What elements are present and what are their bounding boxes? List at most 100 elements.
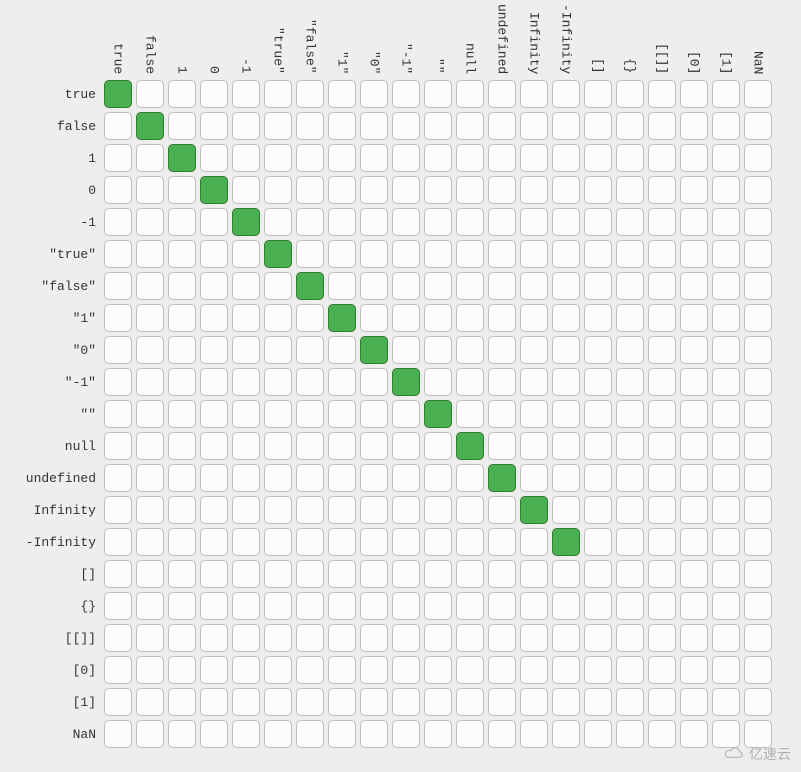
col-header: undefined — [486, 8, 518, 78]
site-watermark: 亿速云 — [723, 744, 791, 764]
cell-false — [422, 302, 454, 334]
cell-true — [262, 238, 294, 270]
row-header: 1 — [6, 142, 102, 174]
cell-false — [582, 302, 614, 334]
cell-false — [742, 526, 774, 558]
col-header-label: false — [143, 35, 158, 74]
col-header-label: Infinity — [527, 12, 542, 74]
col-header-label: 0 — [207, 66, 222, 74]
cell-true — [134, 110, 166, 142]
corner-cell — [6, 8, 102, 78]
cell-false — [454, 494, 486, 526]
cell-false — [102, 110, 134, 142]
cell-false — [166, 654, 198, 686]
cell-false — [326, 206, 358, 238]
cell-false — [294, 334, 326, 366]
cell-false — [134, 430, 166, 462]
cell-false — [390, 206, 422, 238]
cell-false — [742, 78, 774, 110]
cell-false — [134, 654, 166, 686]
cell-false — [102, 718, 134, 750]
cell-false — [390, 78, 422, 110]
row-header: Infinity — [6, 494, 102, 526]
row-header: "true" — [6, 238, 102, 270]
cell-false — [486, 238, 518, 270]
cell-false — [102, 270, 134, 302]
cell-false — [166, 302, 198, 334]
col-header-label: undefined — [495, 4, 510, 74]
cell-false — [742, 494, 774, 526]
cell-false — [166, 334, 198, 366]
cell-false — [326, 462, 358, 494]
col-header: Infinity — [518, 8, 550, 78]
cell-false — [294, 590, 326, 622]
cell-false — [294, 526, 326, 558]
cell-false — [614, 462, 646, 494]
cell-false — [326, 366, 358, 398]
row-header: true — [6, 78, 102, 110]
cell-false — [262, 526, 294, 558]
cell-false — [390, 462, 422, 494]
cell-false — [678, 142, 710, 174]
cell-false — [486, 334, 518, 366]
cell-false — [390, 238, 422, 270]
col-header: "true" — [262, 8, 294, 78]
cell-false — [486, 174, 518, 206]
cell-false — [742, 462, 774, 494]
cell-false — [710, 590, 742, 622]
cell-false — [742, 142, 774, 174]
cell-false — [678, 590, 710, 622]
cell-false — [582, 526, 614, 558]
cell-false — [742, 398, 774, 430]
cell-false — [390, 174, 422, 206]
cell-true — [422, 398, 454, 430]
cell-false — [198, 110, 230, 142]
cell-false — [646, 686, 678, 718]
row-header: false — [6, 110, 102, 142]
cell-false — [166, 78, 198, 110]
cell-false — [678, 430, 710, 462]
cell-false — [710, 686, 742, 718]
cell-false — [582, 174, 614, 206]
cell-false — [230, 622, 262, 654]
cell-false — [294, 142, 326, 174]
cell-false — [102, 302, 134, 334]
row-header: "0" — [6, 334, 102, 366]
cell-false — [102, 526, 134, 558]
cell-false — [646, 78, 678, 110]
cell-false — [134, 526, 166, 558]
cell-false — [230, 270, 262, 302]
cell-false — [742, 334, 774, 366]
cell-false — [134, 302, 166, 334]
cell-false — [742, 558, 774, 590]
cell-false — [326, 174, 358, 206]
cell-false — [582, 238, 614, 270]
cell-false — [582, 654, 614, 686]
cell-false — [262, 622, 294, 654]
cell-false — [646, 110, 678, 142]
cell-false — [358, 654, 390, 686]
cell-false — [134, 686, 166, 718]
row-header: undefined — [6, 462, 102, 494]
cell-false — [166, 462, 198, 494]
col-header: "false" — [294, 8, 326, 78]
cell-false — [742, 622, 774, 654]
row-header: "false" — [6, 270, 102, 302]
cell-false — [198, 558, 230, 590]
cell-false — [550, 430, 582, 462]
cell-false — [358, 590, 390, 622]
col-header-label: NaN — [751, 51, 766, 74]
cell-false — [134, 334, 166, 366]
cell-false — [326, 590, 358, 622]
cell-false — [486, 558, 518, 590]
cell-false — [422, 622, 454, 654]
cell-false — [710, 430, 742, 462]
cell-false — [518, 590, 550, 622]
cell-false — [422, 526, 454, 558]
cell-false — [102, 558, 134, 590]
cell-false — [390, 654, 422, 686]
cell-false — [326, 526, 358, 558]
cell-false — [614, 430, 646, 462]
cell-false — [166, 686, 198, 718]
site-watermark-text: 亿速云 — [749, 744, 791, 764]
